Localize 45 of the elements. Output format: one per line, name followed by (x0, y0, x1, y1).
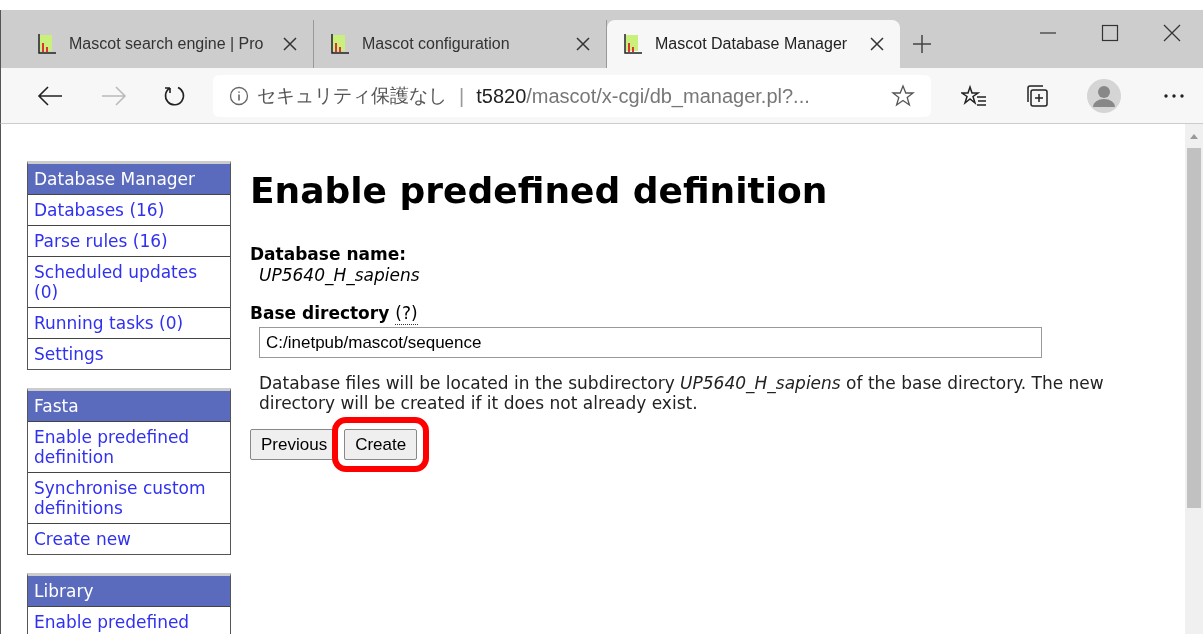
maximize-icon[interactable] (1101, 24, 1119, 42)
profile-avatar-icon[interactable] (1087, 78, 1121, 113)
page-title: Enable predefined definition (250, 171, 829, 211)
info-icon[interactable] (229, 85, 249, 106)
database-name: UP5640_H_sapiens (259, 264, 421, 286)
nav-link[interactable]: Scheduled updates (0) (34, 262, 224, 302)
url-text: t5820/mascot/x-cgi/db_manager.pl?... (476, 83, 810, 110)
nav-link[interactable]: Enable predefined definition (34, 427, 224, 467)
back-arrow-icon[interactable] (37, 85, 63, 106)
nav-heading: Library (28, 576, 230, 607)
nav-link[interactable]: Create new (34, 529, 224, 549)
nav-link[interactable]: Synchronise custom definitions (34, 478, 224, 518)
nav-link[interactable]: Running tasks (0) (34, 313, 224, 333)
new-tab-icon[interactable] (912, 34, 932, 54)
collections-icon[interactable] (1025, 83, 1049, 108)
nav-heading: Database Manager (28, 164, 230, 195)
nav-link[interactable]: Parse rules (16) (34, 231, 224, 251)
browser-tab[interactable]: Mascot Database Manager (607, 20, 900, 68)
nav-link[interactable]: Databases (16) (34, 200, 224, 220)
chart-favicon-icon (623, 33, 643, 55)
tab-title: Mascot Database Manager (655, 34, 849, 54)
tab-title: Mascot configuration (362, 34, 511, 54)
base-directory-field[interactable]: C:/inetpub/mascot/sequence (259, 327, 1042, 358)
nav-heading: Fasta (28, 391, 230, 422)
more-icon[interactable] (1163, 92, 1185, 99)
separator: | (459, 83, 465, 109)
close-icon[interactable] (576, 37, 590, 51)
favorites-icon[interactable] (961, 83, 987, 108)
close-icon[interactable] (1163, 24, 1181, 42)
close-icon[interactable] (283, 37, 297, 51)
field-label: Base directory (250, 302, 390, 325)
help-link[interactable]: (?) (395, 302, 418, 325)
nav-link[interactable]: Enable predefined (34, 612, 224, 632)
scrollbar[interactable] (1185, 124, 1203, 634)
chart-favicon-icon (37, 33, 57, 55)
security-label: セキュリティ保護なし (257, 83, 447, 109)
scrollbar-thumb[interactable] (1187, 148, 1201, 508)
field-label: Database name: (250, 244, 407, 264)
address-bar[interactable]: セキュリティ保護なし | t5820/mascot/x-cgi/db_manager.pl?... (213, 74, 931, 117)
tab-title: Mascot search engine | Pro (69, 34, 265, 54)
close-icon[interactable] (870, 37, 884, 51)
chart-favicon-icon (330, 33, 350, 55)
location-note: Database files will be located in the subdirectory UP5640_H_sapiens of the base directory. The new directory will be created if it does not already exist. (259, 373, 1105, 413)
nav-link[interactable]: Settings (34, 344, 224, 364)
star-icon[interactable] (891, 83, 915, 108)
